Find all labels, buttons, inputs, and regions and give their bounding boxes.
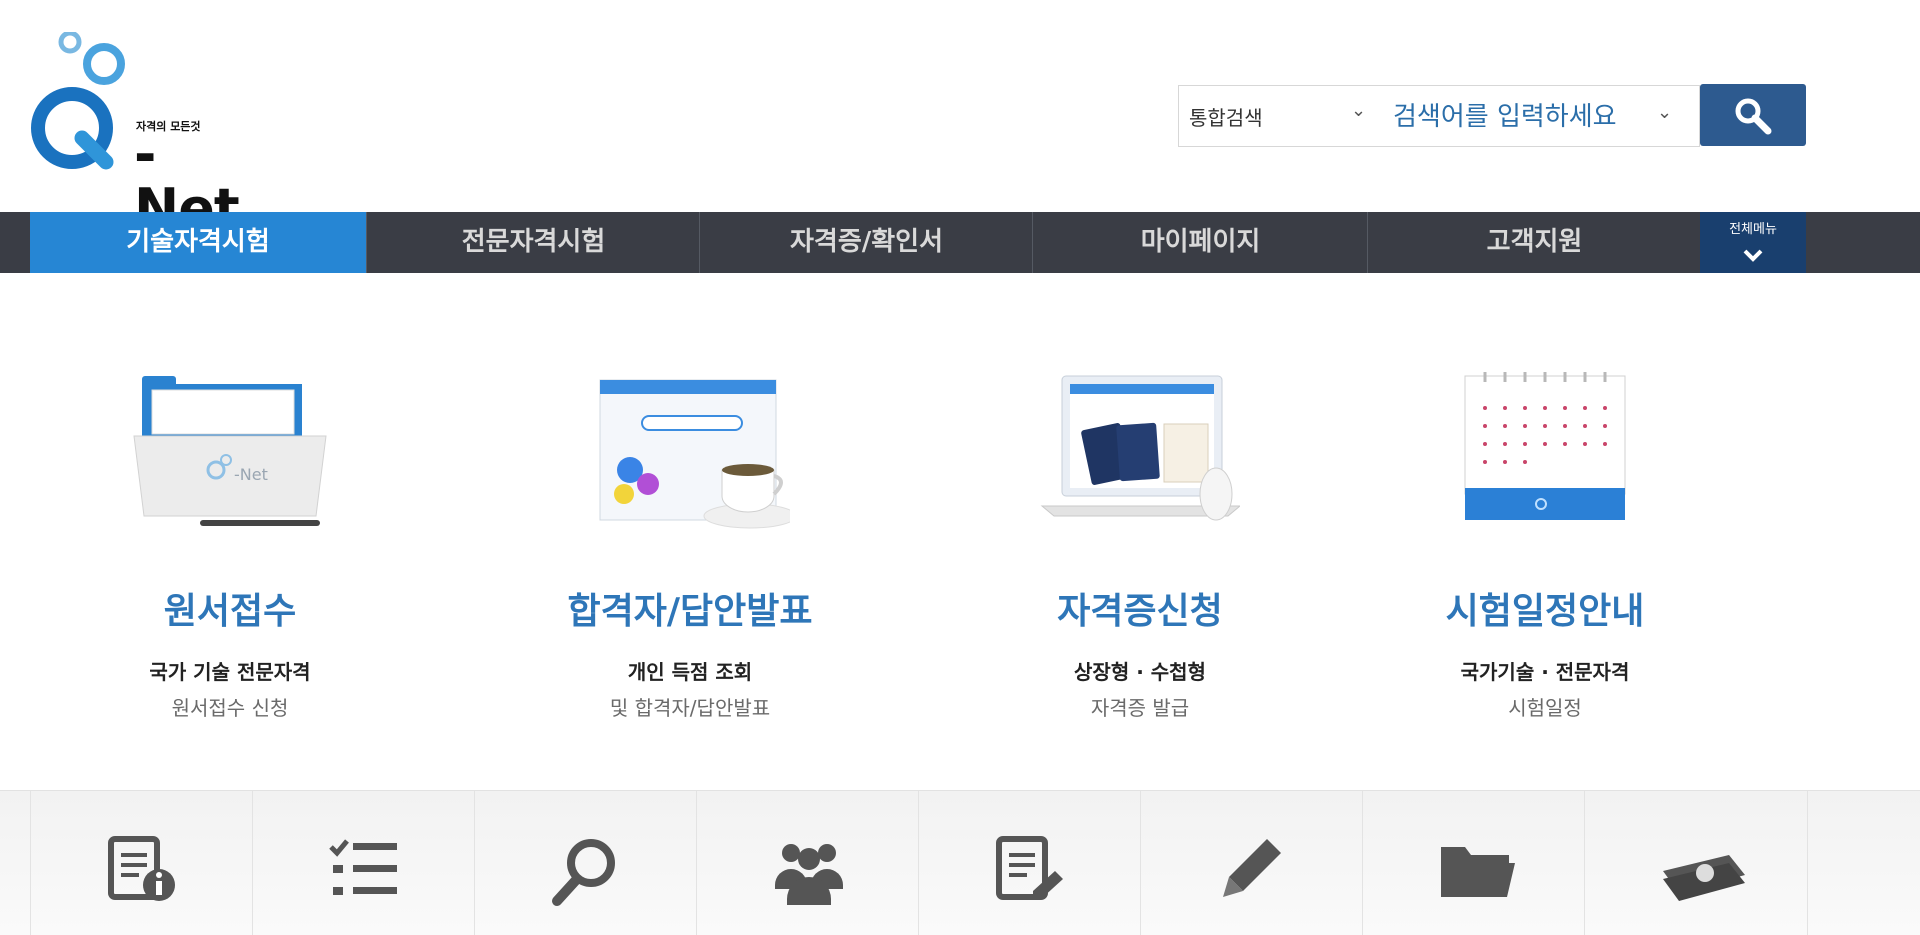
quick-checklist[interactable]: [252, 791, 475, 935]
card-subtitle: 국가기술 · 전문자격: [1460, 660, 1630, 684]
document-edit-icon: [996, 836, 1063, 900]
card-description: 및 합격자/답안발표: [609, 696, 771, 720]
all-menu-button[interactable]: 전체메뉴: [1700, 212, 1806, 273]
search-icon: [1735, 98, 1772, 135]
quick-folder[interactable]: [1362, 791, 1585, 935]
card-results[interactable]: 합격자/답안발표 개인 득점 조회 및 합격자/답안발표: [510, 360, 870, 730]
card-application[interactable]: -Net 원서접수 국가 기술 전문자격 원서접수 신청: [50, 360, 410, 730]
chevron-down-icon[interactable]: ⌄: [1657, 102, 1672, 123]
search-input[interactable]: [1391, 96, 1685, 138]
browser-tea-illustration: [599, 379, 790, 529]
search-scope-select[interactable]: 통합검색: [1189, 102, 1263, 131]
laptop-passport-illustration: [1040, 375, 1240, 521]
quick-write[interactable]: [1140, 791, 1363, 935]
card-description: 자격증 발급: [1090, 696, 1190, 720]
pencil-icon: [1223, 839, 1281, 897]
folder-icon: [1441, 847, 1515, 897]
nav-item-technical-exam[interactable]: 기술자격시험: [30, 212, 366, 273]
document-info-icon: [108, 836, 175, 901]
quick-menu-bar: [0, 790, 1920, 935]
card-subtitle: 국가 기술 전문자격: [149, 660, 311, 684]
card-subtitle: 상장형 · 수첩형: [1074, 660, 1206, 684]
chevron-down-icon[interactable]: ⌄: [1351, 100, 1366, 121]
card-certificate[interactable]: 자격증신청 상장형 · 수첩형 자격증 발급: [960, 360, 1320, 730]
svg-text:-Net: -Net: [234, 465, 268, 484]
search-button[interactable]: [1700, 84, 1806, 146]
nav-item-mypage[interactable]: 마이페이지: [1032, 212, 1368, 273]
card-subtitle: 개인 득점 조회: [627, 660, 753, 684]
nav-item-professional-exam[interactable]: 전문자격시험: [366, 212, 700, 273]
all-menu-label: 전체메뉴: [1729, 222, 1777, 237]
quick-document-info[interactable]: [30, 791, 253, 935]
chevron-down-icon: [1743, 249, 1763, 262]
search-icon: [552, 839, 615, 906]
search-box: 통합검색 ⌄ ⌄: [1178, 85, 1700, 147]
folder-illustration: -Net: [133, 376, 327, 526]
checklist-icon: [329, 839, 397, 895]
card-title: 시험일정안내: [1445, 591, 1645, 632]
main-nav: 기술자격시험 전문자격시험 자격증/확인서 마이페이지 고객지원 전체메뉴: [0, 212, 1920, 273]
card-title: 자격증신청: [1057, 591, 1223, 632]
quick-payment[interactable]: [1584, 791, 1808, 935]
money-icon: [1663, 855, 1745, 901]
calendar-illustration: [1464, 372, 1626, 520]
site-logo[interactable]: 자격의 모든것 -Net: [28, 30, 240, 236]
card-description: 원서접수 신청: [171, 696, 289, 720]
card-title: 원서접수: [163, 591, 297, 632]
card-title: 합격자/답안발표: [567, 591, 813, 632]
nav-item-support[interactable]: 고객지원: [1367, 212, 1701, 273]
group-icon: [775, 844, 843, 905]
card-schedule[interactable]: 시험일정안내 국가기술 · 전문자격 시험일정: [1365, 360, 1725, 730]
quick-document-edit[interactable]: [918, 791, 1141, 935]
quick-community[interactable]: [696, 791, 919, 935]
card-description: 시험일정: [1508, 696, 1582, 720]
quick-search[interactable]: [474, 791, 697, 935]
nav-item-certificate[interactable]: 자격증/확인서: [699, 212, 1033, 273]
